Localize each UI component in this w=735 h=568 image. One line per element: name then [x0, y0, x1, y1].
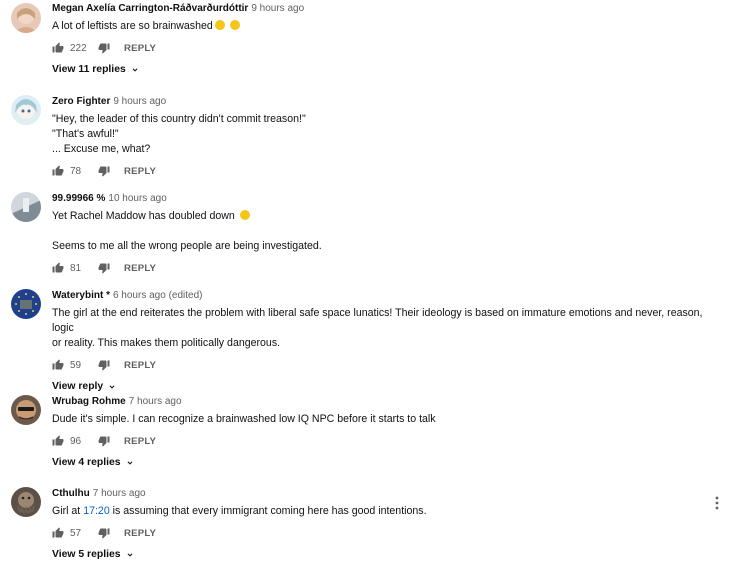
chevron-down-icon	[127, 552, 132, 557]
thumbs-up-icon[interactable]	[52, 262, 64, 274]
comment-text: A lot of leftists are so brainwashed	[52, 19, 715, 34]
wink-emoji-icon	[229, 20, 240, 30]
view-replies-button[interactable]: View 11 replies	[52, 64, 715, 75]
comment-time[interactable]: 7 hours ago	[129, 396, 182, 407]
thumbs-up-icon[interactable]	[52, 435, 64, 447]
like-count: 96	[70, 435, 82, 447]
thumbs-up-icon[interactable]	[52, 165, 64, 177]
comment-meta: Waterybint * 6 hours ago (edited)	[52, 289, 715, 302]
thumbs-up-icon[interactable]	[52, 359, 64, 371]
avatar[interactable]	[11, 487, 41, 517]
comment-author[interactable]: Zero Fighter	[52, 96, 110, 107]
avatar[interactable]	[11, 95, 41, 125]
thumbs-down-icon[interactable]	[98, 165, 110, 177]
comment-actions: 57 REPLY	[52, 523, 715, 543]
comment-author[interactable]: 99.99966 %	[52, 193, 105, 204]
view-replies-button[interactable]: View reply	[52, 381, 715, 392]
view-replies-button[interactable]: View 5 replies	[52, 549, 715, 560]
comment-author[interactable]: Waterybint *	[52, 290, 110, 301]
comment-time[interactable]: 9 hours ago	[251, 3, 304, 14]
like-count: 59	[70, 359, 82, 371]
comment-actions: 78 REPLY	[52, 161, 715, 181]
reply-button[interactable]: REPLY	[124, 436, 156, 447]
thumbs-down-icon[interactable]	[98, 262, 110, 274]
chevron-down-icon	[132, 67, 138, 72]
thumbs-down-icon[interactable]	[98, 435, 110, 447]
comment-author[interactable]: Megan Axelía Carrington-Ráðvarðurdóttir	[52, 3, 248, 14]
avatar[interactable]	[11, 395, 41, 425]
avatar[interactable]	[11, 3, 41, 33]
comment-meta: Cthulhu 7 hours ago	[52, 487, 715, 500]
comment-text: "Hey, the leader of this country didn't …	[52, 113, 306, 155]
reply-button[interactable]: REPLY	[124, 360, 156, 371]
like-count: 57	[70, 527, 82, 539]
comment-text: Yet Rachel Maddow has doubled down Seems…	[52, 210, 322, 252]
comment-actions: 222 REPLY	[52, 38, 715, 58]
avatar[interactable]	[11, 192, 41, 222]
comment-text: The girl at the end reiterates the probl…	[52, 307, 703, 349]
comment-text: Girl at 17:20 is assuming that every imm…	[52, 505, 427, 517]
comment-author[interactable]: Wrubag Rohme	[52, 396, 126, 407]
chevron-down-icon	[127, 460, 132, 465]
reply-button[interactable]: REPLY	[124, 166, 156, 177]
like-count: 222	[70, 42, 87, 54]
thumbs-down-icon[interactable]	[98, 359, 110, 371]
like-count: 81	[70, 262, 82, 274]
comment-author[interactable]: Cthulhu	[52, 488, 90, 499]
comment-text: Dude it's simple. I can recognize a brai…	[52, 413, 436, 425]
comment-time[interactable]: 6 hours ago (edited)	[113, 290, 203, 301]
comment-meta: Megan Axelía Carrington-Ráðvarðurdóttir 9…	[52, 2, 715, 15]
thumbs-down-icon[interactable]	[98, 42, 110, 54]
avatar[interactable]	[11, 289, 41, 319]
comment-actions: 59 REPLY	[52, 355, 715, 375]
like-count: 78	[70, 165, 82, 177]
comment-meta: Wrubag Rohme 7 hours ago	[52, 395, 715, 408]
pensive-emoji-icon	[214, 20, 225, 30]
comment-meta: Zero Fighter 9 hours ago	[52, 95, 715, 108]
view-replies-button[interactable]: View 4 replies	[52, 457, 715, 468]
chevron-down-icon	[109, 384, 115, 389]
comment-actions: 96 REPLY	[52, 431, 715, 451]
reply-button[interactable]: REPLY	[124, 263, 156, 274]
thumbs-down-icon[interactable]	[98, 527, 110, 539]
more-actions-icon[interactable]	[713, 495, 721, 511]
comment-actions: 81 REPLY	[52, 258, 715, 278]
comment-meta: 99.99966 % 10 hours ago	[52, 192, 715, 205]
reply-button[interactable]: REPLY	[124, 43, 156, 54]
timestamp-link[interactable]: 17:20	[83, 505, 110, 517]
comment-time[interactable]: 7 hours ago	[93, 488, 146, 499]
thinking-emoji-icon	[239, 210, 250, 220]
reply-button[interactable]: REPLY	[124, 528, 156, 539]
comment-time[interactable]: 9 hours ago	[113, 96, 166, 107]
thumbs-up-icon[interactable]	[52, 42, 64, 54]
comment-time[interactable]: 10 hours ago	[108, 193, 166, 204]
thumbs-up-icon[interactable]	[52, 527, 64, 539]
